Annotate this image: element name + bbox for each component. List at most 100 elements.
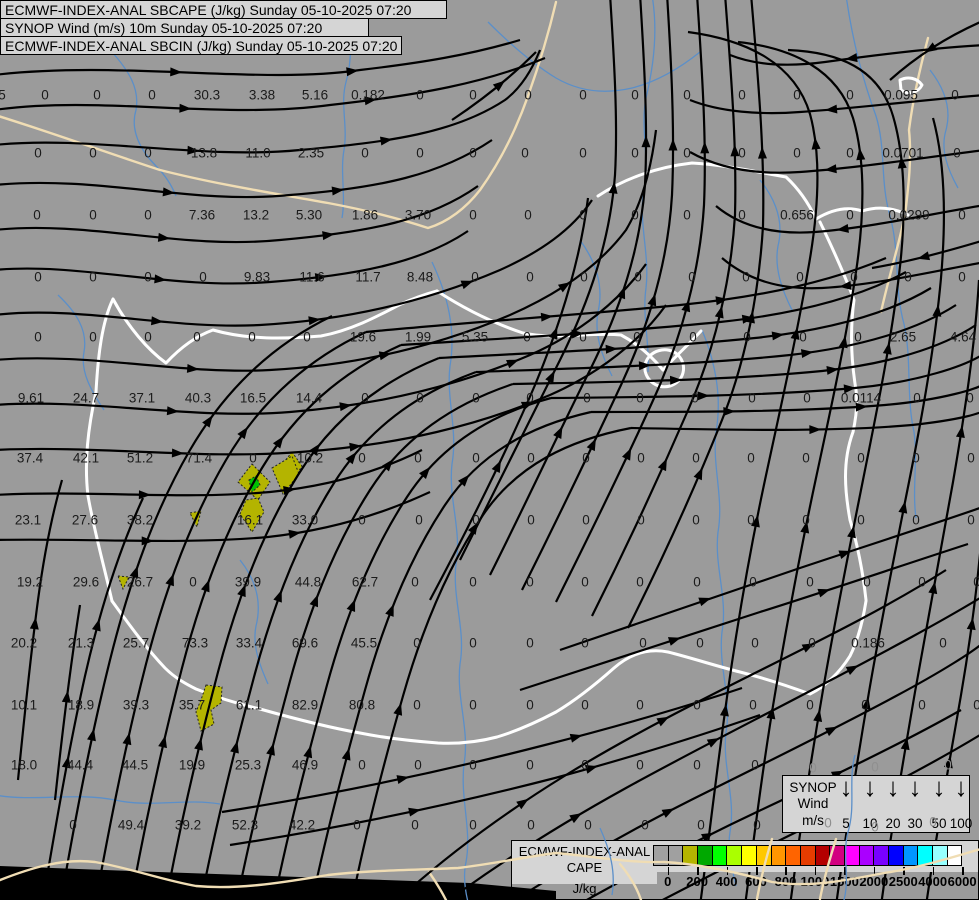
map-canvas (0, 0, 979, 900)
streamline-arrowhead-icon (237, 584, 246, 598)
streamline-arrowhead-icon (154, 274, 167, 284)
wind-streamline (0, 56, 546, 112)
streamline-arrowhead-icon (349, 442, 362, 452)
colorbar-cell (858, 845, 874, 866)
streamline-arrowhead-icon (647, 293, 657, 307)
wind-streamline (236, 382, 514, 900)
cape-colorbar-legend: ECMWF-INDEX-ANAL CAPE J/kg 0 200 400 600 800… (511, 840, 979, 900)
streamline-arrowhead-icon (346, 67, 359, 77)
streamline-arrowhead-icon (341, 747, 351, 761)
streamline-arrowhead-icon (309, 594, 318, 608)
colorbar-cell (799, 845, 815, 866)
colorbar-cell (873, 845, 888, 866)
colorbar-cell (785, 845, 800, 866)
streamline-arrowhead-icon (757, 146, 767, 159)
river-line (701, 329, 737, 887)
colorbar-cell (755, 845, 771, 866)
map-title-block: ECMWF-INDEX-ANAL SBCAPE (J/kg) Sunday 05… (0, 0, 447, 55)
streamline-arrowhead-icon (571, 329, 584, 339)
wind-arrow-icon: ↓ (863, 772, 877, 802)
wind-streamline (0, 185, 479, 244)
wind-streamline (273, 396, 552, 900)
colorbar-cell (770, 845, 786, 866)
colorbar-cell (653, 845, 668, 866)
wind-streamline (94, 331, 367, 900)
title-sbcin: ECMWF-INDEX-ANAL SBCIN (J/kg) Sunday 05-… (0, 36, 402, 55)
streamline-arrowhead-icon (824, 726, 838, 737)
wind-streamline (311, 410, 592, 900)
synop-legend-title: SYNOP (789, 780, 837, 795)
streamline-arrowhead-icon (824, 164, 837, 174)
streamline-arrowhead-icon (506, 359, 519, 369)
streamline-arrowhead-icon (91, 618, 101, 632)
streamline-arrowhead-icon (697, 391, 710, 401)
colorbar-cell (726, 845, 742, 866)
wind-streamline (521, 0, 675, 591)
river-line (111, 51, 177, 197)
wind-streamline (16, 479, 64, 781)
streamline-arrowhead-icon (809, 425, 822, 435)
streamline-arrowhead-icon (158, 735, 167, 749)
wind-streamline (519, 542, 969, 692)
weather-analysis-map: SYNOP Wind m/s ↓ 5 ↓ 10 ↓ 20 ↓ 30 ↓ 50 ↓ 100 ECMWF-… (0, 0, 979, 900)
streamline-arrowhead-icon (569, 813, 582, 824)
streamline-arrowhead-icon (138, 490, 151, 500)
wind-streamline (200, 370, 477, 900)
streamline-arrowhead-icon (314, 273, 328, 283)
streamline-arrowhead-icon (230, 740, 239, 754)
synop-wind-legend: SYNOP Wind m/s ↓ 5 ↓ 10 ↓ 20 ↓ 30 ↓ 50 ↓ 100 (782, 772, 972, 833)
colorbar-cell (843, 845, 859, 866)
streamline-arrowhead-icon (817, 588, 831, 598)
streamline-arrowhead-icon (621, 447, 632, 461)
streamline-arrowhead-icon (667, 637, 681, 646)
wind-streamline (0, 304, 667, 456)
wind-arrow-icon: ↓ (932, 772, 946, 802)
streamline-arrowhead-icon (548, 326, 558, 340)
wind-streamline (221, 686, 743, 814)
colorbar-cell (932, 845, 947, 866)
wind-arrow-icon: ↓ (954, 772, 968, 802)
colorbar-cell (902, 845, 918, 866)
cape-legend-title: ECMWF-INDEX-ANAL (518, 844, 651, 859)
wind-streamline (925, 553, 979, 900)
streamline-arrowhead-icon (569, 733, 583, 743)
colorbar-cell (682, 845, 698, 866)
colorbar-cell (917, 845, 933, 866)
streamline-arrowhead-icon (385, 604, 394, 617)
streamline-arrowhead-icon (811, 137, 821, 150)
streamline-arrowhead-icon (540, 312, 554, 322)
colorbar-cell (697, 845, 712, 866)
cape-legend-unit: J/kg (572, 881, 597, 896)
wind-streamline (129, 343, 402, 900)
streamline-arrowhead-icon (723, 406, 736, 416)
streamline-arrowhead-icon (545, 370, 555, 384)
colorbar-cell (946, 845, 963, 866)
streamline-arrowhead-icon (700, 141, 710, 154)
wind-speed-label: 100 (949, 816, 973, 831)
streamline-arrowhead-icon (605, 344, 618, 354)
streamline-arrowhead-icon (668, 138, 678, 151)
colorbar-cell (667, 845, 683, 866)
streamline-arrowhead-icon (186, 363, 200, 373)
streamline-arrowhead-icon (170, 67, 183, 77)
streamline-arrowhead-icon (393, 702, 403, 716)
wind-streamline (489, 0, 648, 576)
colorbar-cell (829, 845, 844, 866)
country-border-white (435, 289, 703, 372)
streamline-arrowhead-icon (641, 135, 651, 148)
streamline-arrowhead-icon (657, 458, 667, 472)
wind-streamline (229, 713, 761, 847)
streamline-arrowhead-icon (856, 147, 866, 161)
title-synop-wind: SYNOP Wind (m/s) 10m Sunday 05-10-2025 0… (0, 18, 369, 37)
river-line (929, 69, 959, 189)
streamline-arrowhead-icon (129, 565, 139, 579)
wind-arrow-icon: ↓ (886, 772, 900, 802)
streamline-arrowhead-icon (87, 728, 96, 742)
colorbar-cell (888, 845, 903, 866)
colorbar-cell (741, 845, 756, 866)
streamline-arrowhead-icon (171, 448, 184, 458)
wind-streamline (429, 197, 590, 601)
streamline-arrowhead-icon (845, 665, 859, 676)
wind-streamline (0, 49, 542, 154)
streamline-arrowhead-icon (61, 755, 71, 769)
